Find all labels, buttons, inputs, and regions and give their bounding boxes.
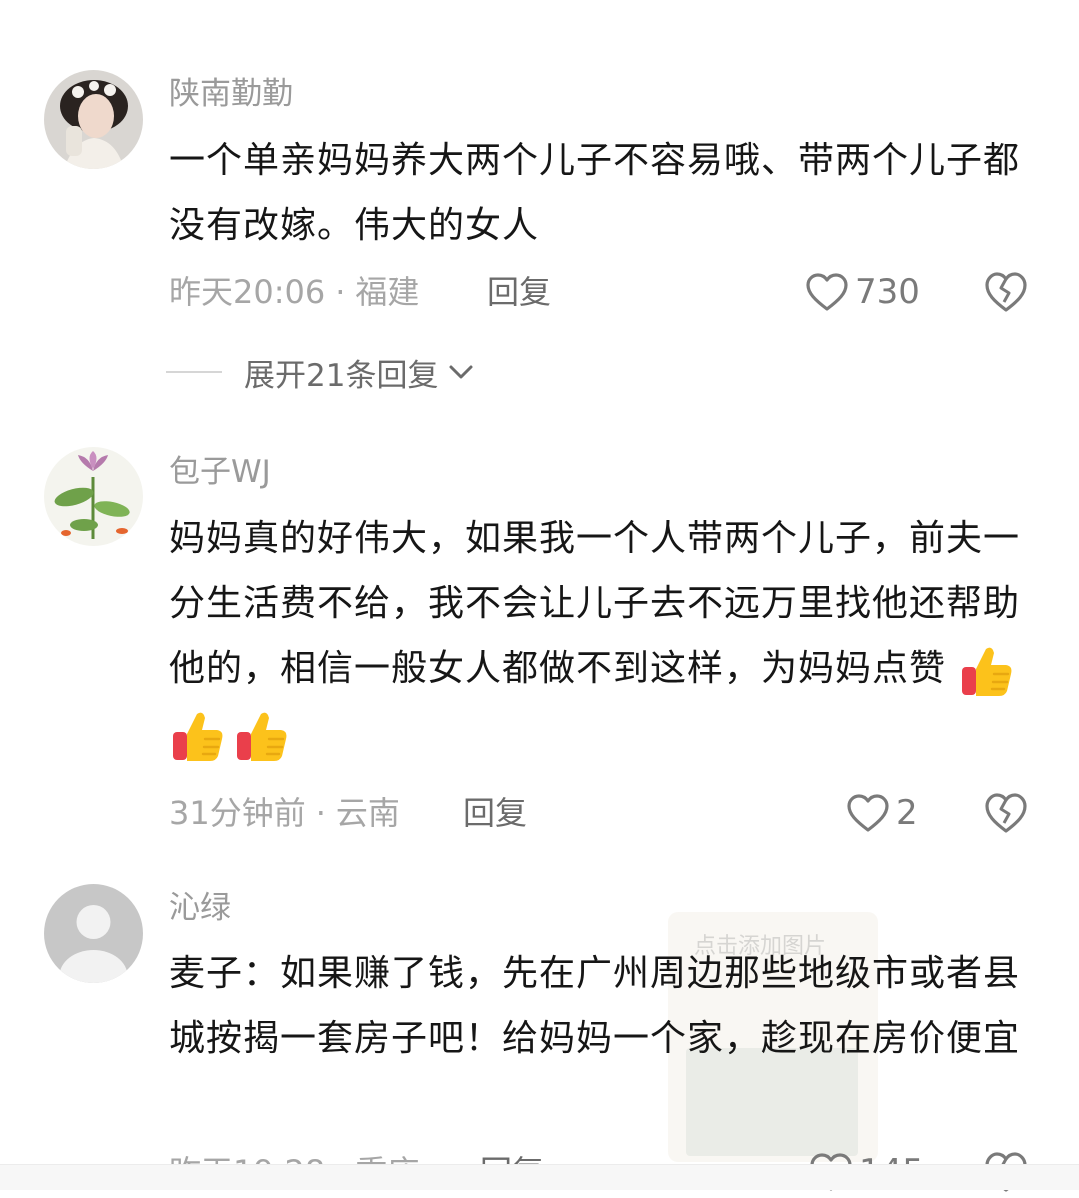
- comment-time: 昨天20:06: [169, 273, 326, 311]
- thumbs-up-emoji: [237, 712, 287, 761]
- like-button[interactable]: 730: [805, 270, 920, 314]
- meta-separator: ·: [335, 273, 346, 311]
- reply-button[interactable]: 回复: [487, 270, 551, 314]
- like-count: 2: [896, 793, 918, 833]
- comment-location: 云南: [335, 794, 400, 832]
- divider-line: [166, 371, 222, 373]
- comment-text: 麦子：如果赚了钱，先在广州周边那些地级市或者县城按揭一套房子吧！给妈妈一个家，趁…: [169, 953, 1021, 1059]
- chevron-down-icon: [449, 365, 473, 379]
- broken-heart-icon: [985, 272, 1027, 312]
- comment-meta: 昨天20:06 · 福建: [169, 270, 419, 314]
- dislike-button[interactable]: [983, 270, 1029, 314]
- username[interactable]: 沁绿: [169, 888, 231, 928]
- comment-text-body: 妈妈真的好伟大，如果我一个人带两个儿子，前夫一分生活费不给，我不会让儿子去不远万…: [169, 518, 1021, 689]
- comment-location: 福建: [355, 273, 420, 311]
- broken-heart-icon: [985, 793, 1027, 833]
- default-avatar-icon: [44, 884, 143, 983]
- expand-replies-label: 展开21条回复: [244, 357, 439, 394]
- reply-button[interactable]: 回复: [463, 791, 527, 835]
- comment-time: 31分钟前: [169, 794, 306, 832]
- dislike-button[interactable]: [983, 791, 1029, 835]
- bottom-input-bar[interactable]: [0, 1164, 1079, 1190]
- heart-outline-icon: [847, 794, 889, 832]
- username[interactable]: 包子WJ: [169, 452, 271, 492]
- username[interactable]: 陕南勤勤: [169, 74, 293, 114]
- heart-outline-icon: [806, 273, 848, 311]
- thumbs-up-emoji: [173, 712, 223, 761]
- comment-text: 妈妈真的好伟大，如果我一个人带两个儿子，前夫一分生活费不给，我不会让儿子去不远万…: [169, 506, 1039, 766]
- comment-text: 一个单亲妈妈养大两个儿子不容易哦、带两个儿子都没有改嫁。伟大的女人: [169, 140, 1021, 246]
- like-count: 730: [855, 272, 920, 312]
- avatar[interactable]: [44, 70, 143, 169]
- avatar[interactable]: [44, 447, 143, 546]
- meta-separator: ·: [315, 794, 326, 832]
- expand-replies-button[interactable]: 展开21条回复: [166, 350, 474, 394]
- avatar[interactable]: [44, 884, 143, 983]
- like-button[interactable]: 2: [846, 791, 918, 835]
- thumbs-up-emoji: [962, 647, 1012, 696]
- comment-meta: 31分钟前 · 云南: [169, 791, 400, 835]
